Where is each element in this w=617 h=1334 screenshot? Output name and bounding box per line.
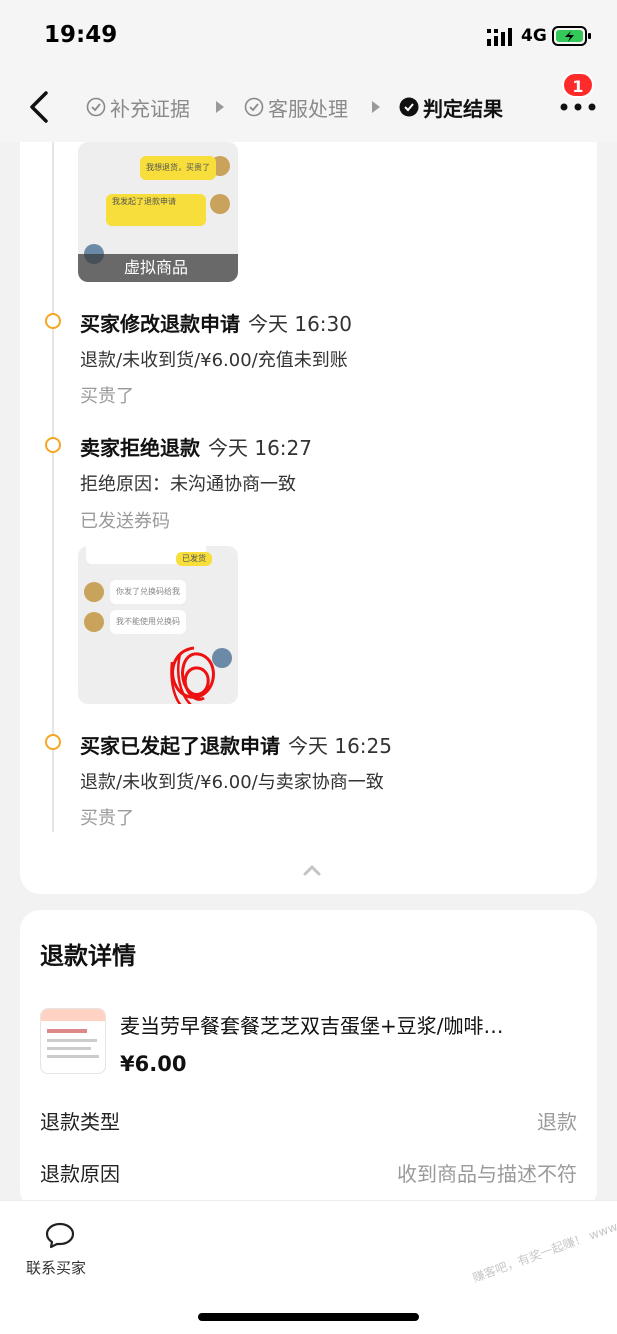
- chat-bubble: 我不能使用兑换码: [110, 610, 186, 634]
- timeline-card: 我想退货，买贵了 我发起了退款申请 虚拟商品 买家修改退款申请 今天 16:30 …: [20, 142, 597, 894]
- timeline-dot: [45, 734, 61, 750]
- step-arrow-icon: [216, 101, 224, 113]
- step-customer-service[interactable]: 客服处理: [244, 92, 348, 122]
- chevron-up-icon[interactable]: [302, 864, 322, 876]
- timeline-dot: [45, 313, 61, 329]
- event-time: 今天 16:30: [248, 312, 352, 336]
- refund-reason-label: 退款原因: [40, 1162, 120, 1186]
- back-icon[interactable]: [26, 90, 54, 124]
- avatar: [210, 194, 230, 214]
- event-note: 已发送券码: [80, 511, 170, 532]
- event-detail: 退款/未收到货/¥6.00/与卖家协商一致: [80, 772, 384, 793]
- thumbnail-caption: 虚拟商品: [78, 254, 238, 282]
- product-name[interactable]: 麦当劳早餐套餐芝芝双吉蛋堡+豆浆/咖啡…: [120, 1010, 570, 1039]
- refund-details-card: 退款详情 麦当劳早餐套餐芝芝双吉蛋堡+豆浆/咖啡… ¥6.00 退款类型 退款 …: [20, 910, 597, 1210]
- product-price: ¥6.00: [120, 1052, 187, 1076]
- check-circle-filled-icon: [399, 97, 419, 117]
- timeline-line: [52, 142, 54, 832]
- check-circle-icon: [86, 97, 106, 117]
- step-supplement-evidence[interactable]: 补充证据: [86, 92, 190, 122]
- step-arrow-icon: [372, 101, 380, 113]
- battery-icon: [552, 26, 591, 46]
- event-name: 买家已发起了退款申请: [80, 734, 280, 758]
- refund-reason-value: 收到商品与描述不符: [397, 1162, 577, 1186]
- refund-type-value: 退款: [537, 1110, 577, 1134]
- event-time: 今天 16:25: [288, 734, 392, 758]
- timeline-event-title: 买家修改退款申请 今天 16:30: [80, 308, 352, 337]
- timeline-dot: [45, 437, 61, 453]
- refund-type-label: 退款类型: [40, 1110, 120, 1134]
- evidence-thumbnail[interactable]: 我想退货，买贵了 我发起了退款申请 虚拟商品: [78, 142, 238, 282]
- event-time: 今天 16:27: [208, 436, 312, 460]
- check-circle-icon: [244, 97, 264, 117]
- chat-bubble: 你发了兑换码给我: [110, 580, 186, 604]
- avatar: [84, 612, 104, 632]
- status-time: 19:49: [44, 22, 118, 48]
- avatar: [84, 582, 104, 602]
- timeline-event-title: 买家已发起了退款申请 今天 16:25: [80, 730, 392, 759]
- event-note: 买贵了: [80, 808, 134, 829]
- event-name: 买家修改退款申请: [80, 312, 240, 336]
- event-note: 买贵了: [80, 386, 134, 407]
- chat-bubble: 我想退货，买贵了: [140, 156, 216, 180]
- chat-bubble: 我发起了退款申请: [106, 194, 206, 226]
- step-label: 客服处理: [268, 96, 348, 121]
- network-label: 4G: [521, 26, 547, 46]
- timeline-event-title: 卖家拒绝退款 今天 16:27: [80, 432, 312, 461]
- step-label: 判定结果: [423, 96, 503, 121]
- chat-bubble-icon: [45, 1222, 75, 1249]
- notification-badge: 1: [562, 72, 594, 98]
- event-detail: 拒绝原因：未沟通协商一致: [80, 474, 296, 495]
- red-scribble-mark: [170, 646, 215, 704]
- chat-bubble: 已发货: [176, 552, 212, 566]
- refund-title: 退款详情: [40, 942, 136, 970]
- more-icon[interactable]: [558, 100, 598, 114]
- event-name: 卖家拒绝退款: [80, 436, 200, 460]
- step-judgement-result[interactable]: 判定结果: [399, 92, 503, 122]
- contact-buyer-label: 联系买家: [26, 1259, 87, 1277]
- status-bar: 19:49 4G: [0, 0, 617, 72]
- product-thumbnail[interactable]: [40, 1008, 106, 1074]
- evidence-thumbnail[interactable]: 已发货 你发了兑换码给我 我不能使用兑换码: [78, 546, 238, 704]
- step-label: 补充证据: [110, 96, 190, 121]
- signal-icon: [487, 28, 512, 46]
- home-indicator[interactable]: [198, 1313, 419, 1321]
- event-detail: 退款/未收到货/¥6.00/充值未到账: [80, 350, 348, 371]
- header: 补充证据 客服处理 判定结果 1: [0, 72, 617, 142]
